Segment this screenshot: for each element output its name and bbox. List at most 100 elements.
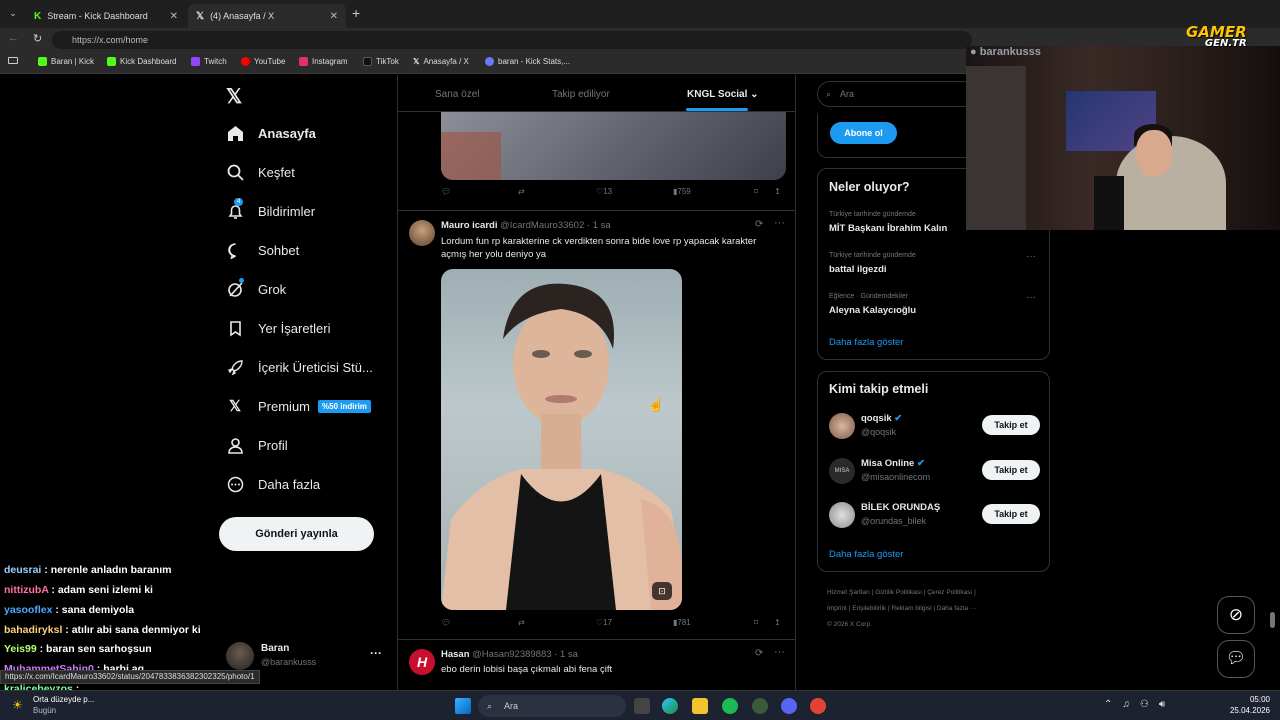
media-tag-icon[interactable]: ⊡	[652, 582, 672, 600]
author-handle[interactable]: @IcardMauro33602	[500, 220, 584, 231]
sidebar-item-chat[interactable]: Sohbet	[226, 241, 299, 259]
tab-kngl-social[interactable]: KNGL Social ⌄	[687, 89, 759, 100]
repost-icon[interactable]: ⇄	[518, 618, 525, 627]
taskbar-search[interactable]: ⌕ Ara	[478, 695, 626, 717]
bookmark-twitch[interactable]: Twitch	[191, 57, 227, 66]
account-switcher[interactable]: Baran @barankusss ···	[226, 640, 386, 674]
close-tab-icon[interactable]: ✕	[170, 11, 178, 22]
show-more-link[interactable]: Daha fazla göster	[829, 337, 903, 348]
trend-title[interactable]: MİT Başkanı İbrahim Kalın	[829, 223, 947, 234]
trend-title[interactable]: Aleyna Kalaycıoğlu	[829, 305, 916, 316]
sidebar-item-creator-studio[interactable]: İçerik Üreticisi Stü...	[226, 358, 373, 376]
repost-icon[interactable]: ⇄	[518, 187, 525, 196]
avatar[interactable]	[409, 220, 435, 246]
sidebar-item-bookmarks[interactable]: Yer İşaretleri	[226, 319, 331, 337]
author-name[interactable]: Mauro icardi	[441, 220, 498, 231]
follow-button[interactable]: Takip et	[982, 460, 1040, 480]
author-name[interactable]: Hasan	[441, 649, 470, 660]
discord-icon[interactable]	[781, 698, 797, 714]
like-button[interactable]: ♡ 17	[596, 618, 612, 627]
bookmark-youtube[interactable]: YouTube	[241, 57, 285, 66]
reply-icon[interactable]: 💬︎	[441, 618, 451, 627]
new-tab-button[interactable]: +	[352, 5, 360, 21]
sidebar-item-grok[interactable]: Grok	[226, 278, 286, 298]
post-more-icon[interactable]: ···	[774, 646, 785, 658]
grok-explain-icon[interactable]: ⟳	[755, 219, 763, 230]
follow-suggestion[interactable]: BİLEK ORUNDAŞ @orundas_bilek Takip et	[818, 499, 1051, 539]
views-count[interactable]: ▮ 759	[673, 187, 691, 196]
bookmark-tiktok[interactable]: TikTok	[363, 57, 399, 66]
bookmark-instagram[interactable]: Instagram	[299, 57, 348, 66]
sidebar-item-home[interactable]: Anasayfa	[226, 124, 316, 142]
footer-link[interactable]: Erişilebilirlik	[852, 605, 886, 612]
system-tray[interactable]: ⌃♫⚇🔊︎	[1104, 699, 1175, 710]
sidebar-item-notifications[interactable]: 4 Bildirimler	[226, 198, 315, 220]
trend-more-icon[interactable]: ···	[1026, 292, 1036, 303]
close-tab-icon[interactable]: ✕	[330, 11, 338, 22]
reply-icon[interactable]: 💬︎	[441, 187, 451, 196]
show-more-link[interactable]: Daha fazla göster	[829, 549, 903, 560]
task-view-icon[interactable]	[634, 698, 650, 714]
bookmark-x-home[interactable]: 𝕏 Anasayfa / X	[413, 57, 469, 66]
follow-button[interactable]: Takip et	[982, 415, 1040, 435]
sidebar-item-profile[interactable]: Profil	[226, 436, 288, 454]
search-input[interactable]: ⌕ Ara	[817, 81, 977, 107]
subscribe-button[interactable]: Abone ol	[830, 122, 897, 144]
file-explorer-icon[interactable]	[692, 698, 708, 714]
trend-title[interactable]: battal ilgezdi	[829, 264, 887, 275]
sidebar-item-premium[interactable]: 𝕏 Premium %50 indirim	[226, 397, 371, 415]
tab-following[interactable]: Takip ediliyor	[552, 89, 610, 100]
tab-for-you[interactable]: Sana özel	[435, 89, 479, 100]
share-icon[interactable]: ↥	[774, 618, 781, 627]
browser-icon[interactable]	[810, 698, 826, 714]
clock[interactable]: 05:00 25.04.2026	[1226, 694, 1270, 716]
address-bar[interactable]: https://x.com/home	[52, 31, 972, 49]
tab-kick-dashboard[interactable]: K Stream - Kick Dashboard ✕	[26, 4, 186, 28]
grok-floating-button[interactable]: ⊘	[1217, 596, 1255, 634]
tab-list-chevron-icon[interactable]: ⌄	[6, 6, 20, 20]
footer-link[interactable]: Reklam bilgisi	[891, 605, 931, 612]
avatar[interactable]: H	[409, 649, 435, 675]
x-logo-icon[interactable]: 𝕏	[226, 84, 242, 109]
post-mauro-icardi[interactable]: Mauro icardi @IcardMauro33602 · 1 sa ⟳ ·…	[398, 211, 795, 640]
post-button[interactable]: Gönderi yayınla	[219, 517, 374, 551]
post-time[interactable]: · 1 sa	[554, 649, 578, 660]
follow-suggestion[interactable]: qoqsik ✔ @qoqsik Takip et	[818, 410, 1051, 450]
account-more-icon[interactable]: ···	[370, 646, 382, 660]
post-more-icon[interactable]: ···	[774, 217, 785, 229]
views-count[interactable]: ▮ 781	[673, 618, 691, 627]
bookmarks-menu-icon[interactable]	[8, 57, 18, 64]
follow-button[interactable]: Takip et	[982, 504, 1040, 524]
edge-icon[interactable]	[662, 698, 678, 714]
post-time[interactable]: · 1 sa	[587, 220, 611, 231]
like-button[interactable]: ♡ 13	[596, 187, 612, 196]
windows-start-icon[interactable]	[455, 698, 471, 714]
bookmark-icon[interactable]: ⌑	[754, 618, 758, 627]
footer-link[interactable]: Çerez Politikası	[927, 589, 972, 596]
sidebar-item-more[interactable]: Daha fazla	[226, 475, 320, 493]
post-previous[interactable]: 💬︎ ⇄ ♡ 13 ▮ 759 ⌑ ↥	[398, 112, 795, 211]
bookmark-baran-kick[interactable]: Baran | Kick	[38, 57, 94, 66]
app-icon[interactable]	[752, 698, 768, 714]
spotify-icon[interactable]	[722, 698, 738, 714]
bookmark-kick-stats[interactable]: baran - Kick Stats,...	[485, 57, 570, 66]
footer-link[interactable]: Daha fazla ···	[937, 605, 976, 612]
footer-link[interactable]: Imprint	[827, 605, 847, 612]
footer-link[interactable]: Gizlilik Politikası	[875, 589, 922, 596]
messages-floating-button[interactable]: 💬︎	[1217, 640, 1255, 678]
reload-icon[interactable]: ↻	[33, 32, 42, 45]
trend-more-icon[interactable]: ···	[1026, 251, 1036, 262]
post-photo[interactable]: ⊡	[441, 269, 682, 610]
bookmark-kick-dashboard[interactable]: Kick Dashboard	[107, 57, 176, 66]
author-handle[interactable]: @Hasan92389883	[472, 649, 551, 660]
follow-suggestion[interactable]: MISA Misa Online ✔ @misaonlinecom Takip …	[818, 455, 1051, 495]
weather-widget[interactable]: ☀ Orta düzeyde p... Bugün	[12, 694, 122, 718]
share-icon[interactable]: ↥	[774, 187, 781, 196]
bookmark-icon[interactable]: ⌑	[754, 187, 758, 196]
post-media[interactable]	[441, 112, 786, 180]
sidebar-item-explore[interactable]: Keşfet	[226, 163, 295, 181]
scrollbar-thumb[interactable]	[1270, 612, 1275, 628]
post-hasan[interactable]: H Hasan @Hasan92389883 · 1 sa ⟳ ··· ebo …	[398, 640, 795, 690]
tab-x-home[interactable]: 𝕏 (4) Anasayfa / X ✕	[188, 4, 346, 28]
grok-explain-icon[interactable]: ⟳	[755, 648, 763, 659]
